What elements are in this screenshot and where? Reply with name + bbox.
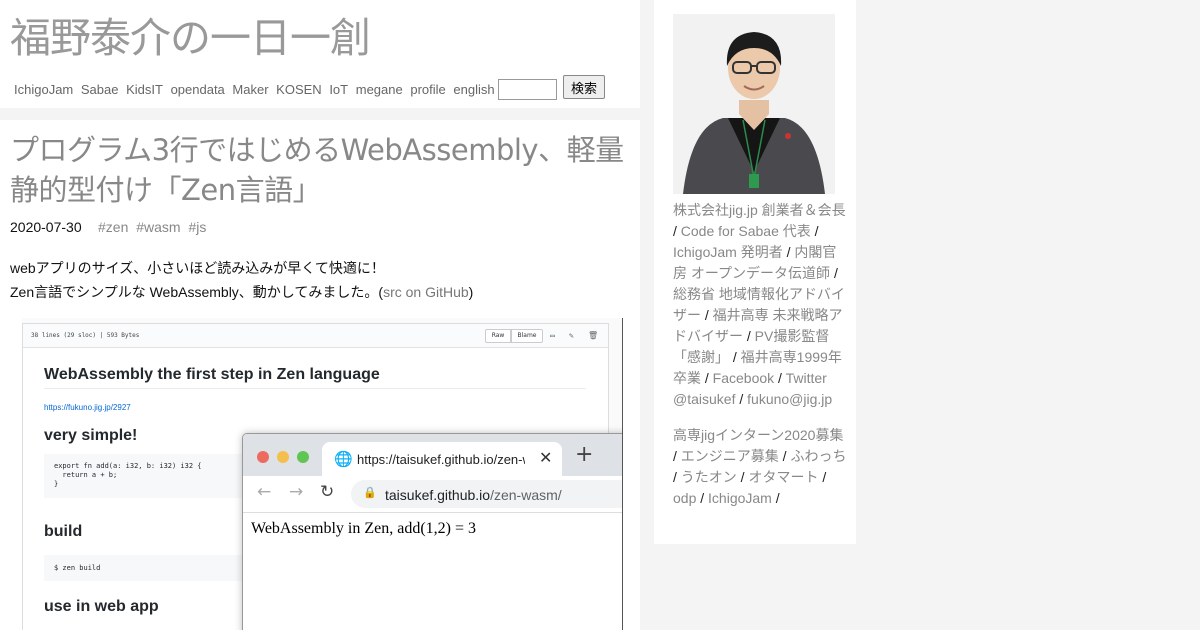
tag-link-maker[interactable]: Maker <box>232 82 268 97</box>
tag-link-sabae[interactable]: Sabae <box>81 82 119 97</box>
related-links: 高専jigインターン2020募集 / エンジニア募集 / ふわっち / うたオン… <box>673 425 849 509</box>
pencil-icon: ✎ <box>569 331 574 340</box>
close-tab-icon: ✕ <box>539 448 553 467</box>
tab-title: https://taisukef.github.io/zen-w <box>357 452 525 467</box>
readme-heading: very simple! <box>44 427 138 444</box>
bio-item[interactable]: 株式会社jig.jp 創業者＆会長 <box>673 202 846 218</box>
tag-nav: IchigoJam Sabae KidsIT opendata Maker KO… <box>14 82 499 97</box>
tag-link-profile[interactable]: profile <box>410 82 445 97</box>
separator: / <box>778 448 791 464</box>
lock-icon: 🔒 <box>363 486 377 499</box>
related-link[interactable]: IchigoJam <box>708 490 772 506</box>
bio-link[interactable]: Code for Sabae 代表 <box>681 223 811 239</box>
post-body-line: Zen言語でシンプルな WebAssembly、動かしてみました。(src on… <box>10 282 473 302</box>
related-link[interactable]: エンジニア募集 <box>681 448 779 464</box>
desktop-icon: ▭ <box>550 331 555 340</box>
globe-icon: 🌐 <box>334 450 353 468</box>
separator: / <box>673 469 681 485</box>
tag-link-kidsit[interactable]: KidsIT <box>126 82 163 97</box>
separator: / <box>673 448 681 464</box>
email-link[interactable]: fukuno@jig.jp <box>747 391 832 407</box>
separator: / <box>771 490 780 506</box>
readme-heading: build <box>44 523 83 540</box>
readme-title: WebAssembly the first step in Zen langua… <box>44 366 380 383</box>
post-date: 2020-07-30 <box>10 219 82 235</box>
related-link[interactable]: うたオン <box>681 469 737 485</box>
browser-tabbar: 🌐 https://taisukef.github.io/zen-w ✕ + <box>243 434 622 476</box>
search-button[interactable]: 検索 <box>563 75 605 99</box>
profile-bio: 株式会社jig.jp 創業者＆会長 / Code for Sabae 代表 / … <box>673 200 849 410</box>
separator: / <box>729 349 741 365</box>
separator: / <box>735 391 748 407</box>
reload-icon: ↻ <box>320 482 335 502</box>
separator: / <box>810 223 819 239</box>
browser-window: 🌐 https://taisukef.github.io/zen-w ✕ + ←… <box>242 433 622 630</box>
file-meta: 38 lines (29 sloc) | 593 Bytes <box>31 332 140 339</box>
raw-button: Raw <box>485 329 511 343</box>
maximize-window-icon <box>297 451 309 463</box>
related-link[interactable]: odp <box>673 490 696 506</box>
trash-icon: 🗑 <box>588 331 599 340</box>
browser-tab: 🌐 https://taisukef.github.io/zen-w ✕ <box>322 442 562 476</box>
related-link[interactable]: ふわっち <box>790 448 846 464</box>
bio-link[interactable]: IchigoJam 発明者 <box>673 244 783 260</box>
readme-heading: use in web app <box>44 598 159 615</box>
post-tag-wasm[interactable]: #wasm <box>136 219 180 235</box>
src-link[interactable]: src on GitHub <box>383 284 469 300</box>
separator: / <box>736 469 749 485</box>
separator: / <box>774 370 786 386</box>
blame-button: Blame <box>511 329 543 343</box>
back-arrow-icon: ← <box>257 482 272 502</box>
tag-link-megane[interactable]: megane <box>356 82 403 97</box>
forward-arrow-icon: → <box>289 482 304 502</box>
post-tags: #zen #wasm #js <box>98 219 210 235</box>
tag-link-kosen[interactable]: KOSEN <box>276 82 322 97</box>
search-input[interactable] <box>498 79 557 100</box>
profile-photo <box>673 14 835 194</box>
separator: / <box>818 469 827 485</box>
url-host: taisukef.github.io <box>385 487 491 503</box>
new-tab-icon: + <box>575 442 594 467</box>
post-text: Zen言語でシンプルな WebAssembly、動かしてみました。( <box>10 284 384 300</box>
separator: / <box>701 307 713 323</box>
browser-toolbar: ← → ↻ 🔒 taisukef.github.io/zen-wasm/ <box>243 476 622 513</box>
url-path: /zen-wasm/ <box>490 487 562 503</box>
separator: / <box>701 370 713 386</box>
related-link[interactable]: オタマート <box>748 469 818 485</box>
facebook-link[interactable]: Facebook <box>713 370 774 386</box>
url-text: taisukef.github.io/zen-wasm/ <box>385 487 562 503</box>
separator: / <box>673 223 681 239</box>
article: プログラム3行ではじめるWebAssembly、軽量静的型付け「Zen言語」 2… <box>0 120 640 630</box>
article-screenshot: 38 lines (29 sloc) | 593 Bytes Raw Blame… <box>22 318 623 630</box>
separator: / <box>830 265 838 281</box>
post-body-line: webアプリのサイズ、小さいほど読み込みが早くて快適に！ <box>10 260 385 276</box>
separator: / <box>743 328 755 344</box>
tag-link-english[interactable]: english <box>453 82 494 97</box>
separator: / <box>782 244 795 260</box>
readme-link: https://fukuno.jig.jp/2927 <box>44 403 131 412</box>
post-tag-js[interactable]: #js <box>189 219 207 235</box>
related-link[interactable]: 高専jigインターン2020募集 <box>673 427 843 443</box>
close-window-icon <box>257 451 269 463</box>
site-header: 福野泰介の一日一創 IchigoJam Sabae KidsIT opendat… <box>0 0 640 108</box>
post-title[interactable]: プログラム3行ではじめるWebAssembly、軽量静的型付け「Zen言語」 <box>10 130 640 210</box>
tag-link-opendata[interactable]: opendata <box>171 82 225 97</box>
minimize-window-icon <box>277 451 289 463</box>
file-header: 38 lines (29 sloc) | 593 Bytes Raw Blame… <box>23 324 608 348</box>
sidebar: 株式会社jig.jp 創業者＆会長 / Code for Sabae 代表 / … <box>654 0 856 544</box>
tag-link-ichigojam[interactable]: IchigoJam <box>14 82 73 97</box>
post-text: ) <box>468 284 474 300</box>
address-bar: 🔒 taisukef.github.io/zen-wasm/ <box>351 480 622 508</box>
post-tag-zen[interactable]: #zen <box>98 219 128 235</box>
divider <box>44 388 586 389</box>
tag-link-iot[interactable]: IoT <box>329 82 348 97</box>
separator: / <box>696 490 709 506</box>
site-title[interactable]: 福野泰介の一日一創 <box>10 10 371 66</box>
person-illustration <box>673 14 835 194</box>
page-content: WebAssembly in Zen, add(1,2) = 3 <box>251 520 477 537</box>
